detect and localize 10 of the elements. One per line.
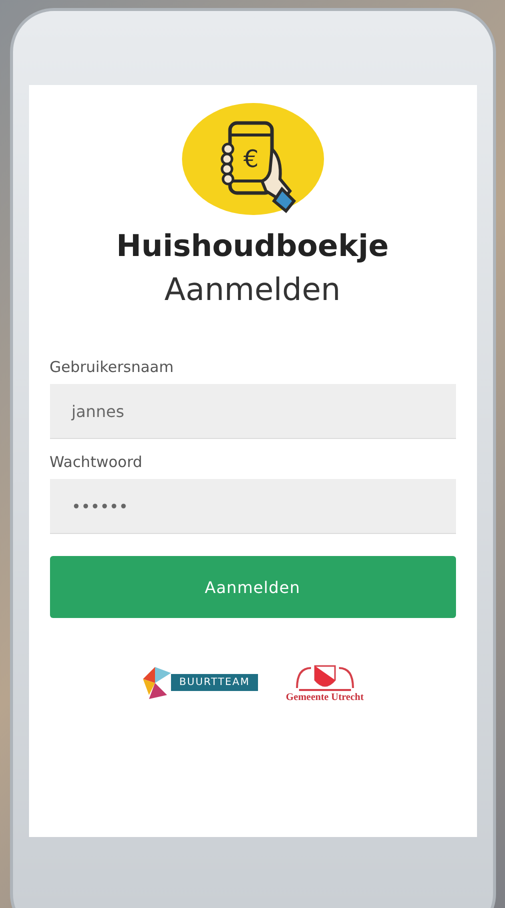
partner-logo-label: Gemeente Utrecht [286,692,364,703]
app-title: Huishoudboekje [116,229,389,264]
field-label: Wachtwoord [50,453,144,471]
login-button[interactable]: Aanmelden [50,556,456,618]
page-heading: Aanmelden [164,272,341,308]
field-label: Gebruikersnaam [50,358,175,376]
partner-logo-label: BUURTTEAM [171,674,258,691]
hand-holding-phone-icon: € [182,103,324,215]
input-field[interactable]: •••••• [50,479,456,534]
input-field[interactable]: jannes [50,384,456,439]
